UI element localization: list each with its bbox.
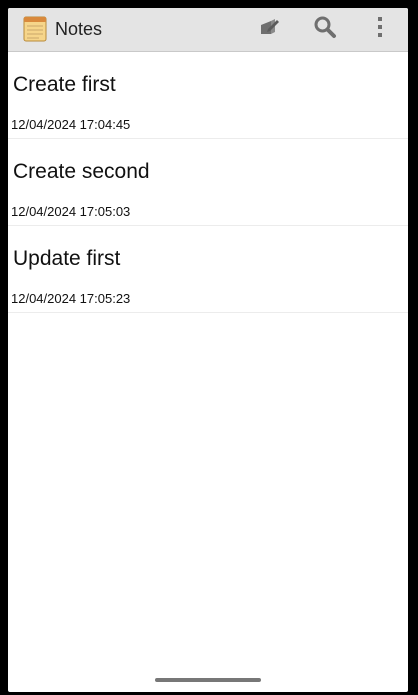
more-options-button[interactable] xyxy=(365,14,395,44)
note-date: 12/04/2024 17:05:03 xyxy=(11,204,131,219)
action-bar: Notes xyxy=(8,8,408,52)
phone-screen: Notes Create first 12/04/2024 17:04:45 C… xyxy=(8,8,408,692)
compose-icon xyxy=(259,17,281,42)
overflow-menu-icon xyxy=(377,16,383,43)
note-date: 12/04/2024 17:05:23 xyxy=(11,291,131,306)
note-date: 12/04/2024 17:04:45 xyxy=(11,117,131,132)
notes-list: Create first 12/04/2024 17:04:45 Create … xyxy=(8,52,408,313)
app-title: Notes xyxy=(55,19,103,39)
note-title: Update first xyxy=(13,247,121,270)
new-note-button[interactable] xyxy=(255,14,285,44)
search-icon xyxy=(313,15,337,44)
notepad-icon xyxy=(23,16,47,42)
list-item[interactable]: Update first 12/04/2024 17:05:23 xyxy=(8,226,408,313)
note-title: Create second xyxy=(13,160,150,183)
gesture-navigation-bar[interactable] xyxy=(155,678,261,682)
search-button[interactable] xyxy=(310,14,340,44)
list-item[interactable]: Create second 12/04/2024 17:05:03 xyxy=(8,139,408,226)
list-item[interactable]: Create first 12/04/2024 17:04:45 xyxy=(8,52,408,139)
note-title: Create first xyxy=(13,73,116,96)
